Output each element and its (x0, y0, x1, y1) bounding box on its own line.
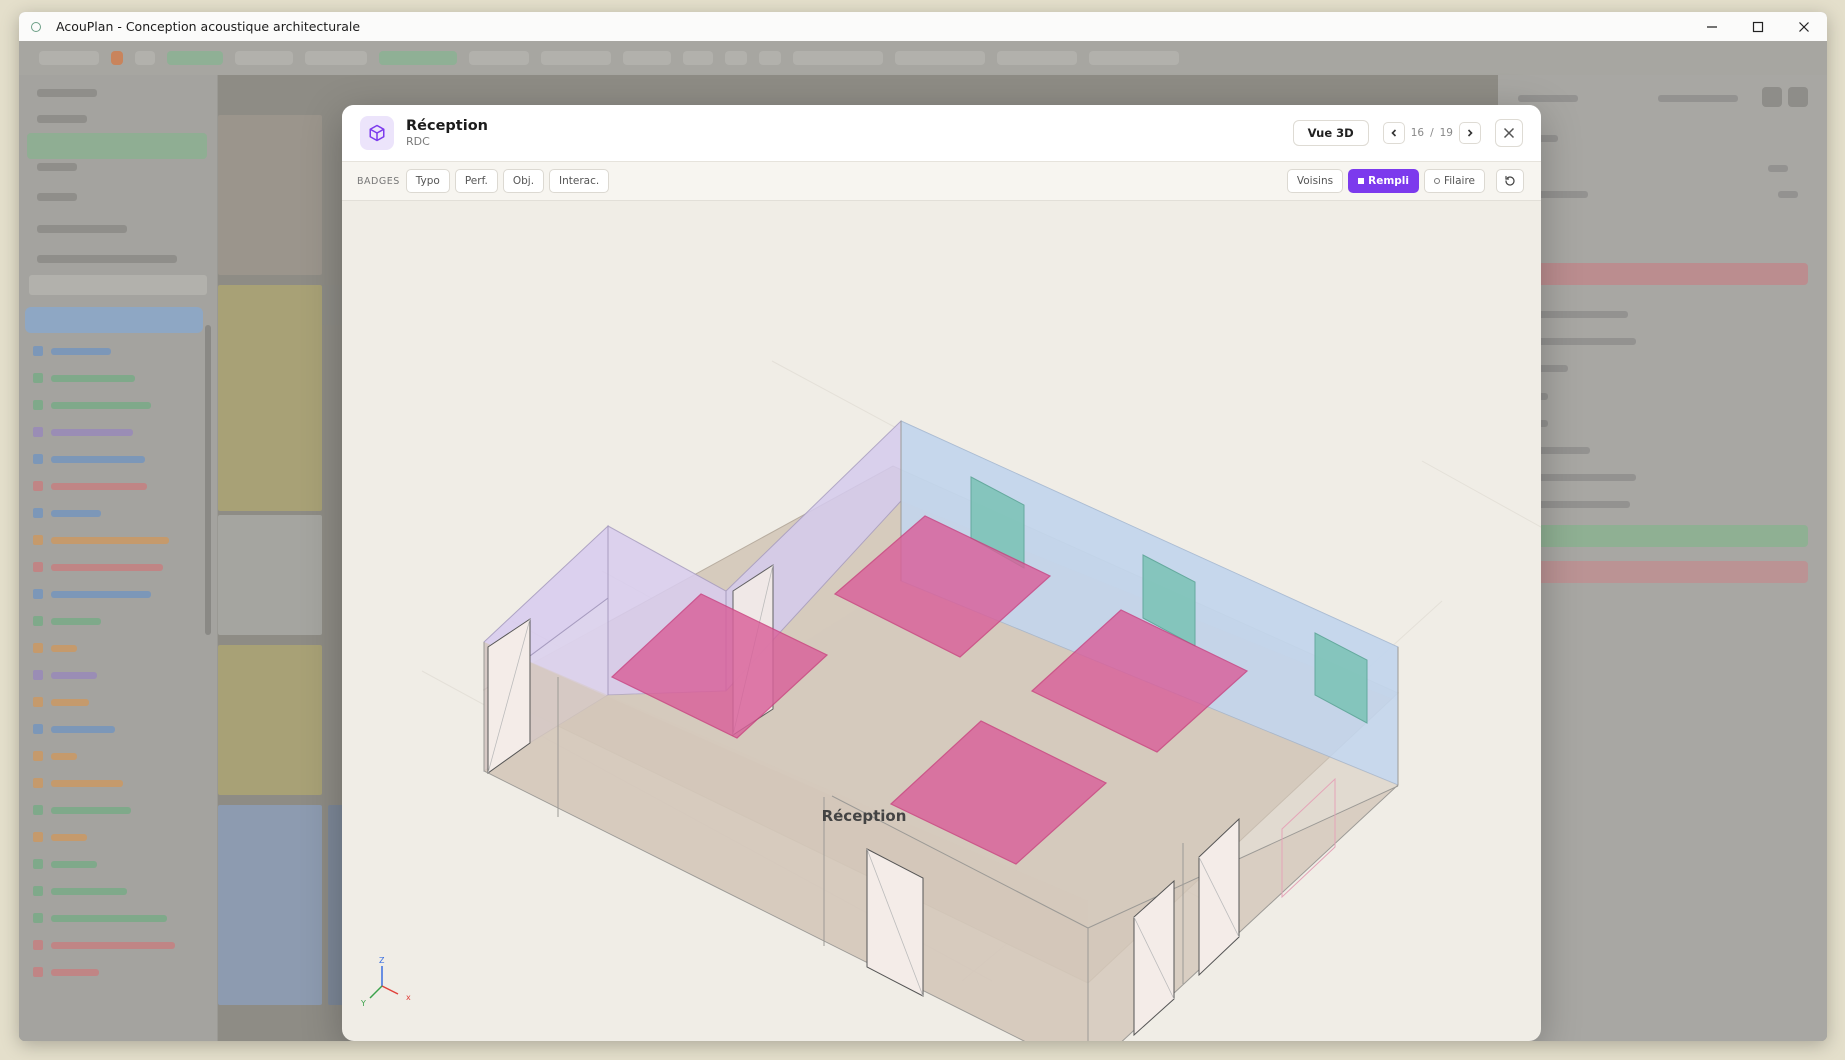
filled-square-icon (1358, 178, 1365, 184)
neighbors-toggle[interactable]: Voisins (1286, 169, 1344, 193)
badge-interac-button[interactable]: Interac. (549, 169, 610, 193)
wireframe-mode-button[interactable]: Filaire (1423, 169, 1485, 193)
axis-x-label: x (406, 993, 411, 1002)
wireframe-circle-icon (1433, 178, 1440, 184)
chevron-left-icon (1391, 129, 1396, 137)
room-3d-scene[interactable]: Réception Z x Y (342, 201, 1541, 1041)
sidebar-dimmed (19, 75, 218, 1041)
badge-typo-button[interactable]: Typo (405, 169, 450, 193)
axis-gizmo: Z x Y (360, 956, 411, 1008)
room-pager: 16 / 19 (1382, 122, 1481, 144)
axis-y-label: Y (360, 999, 366, 1008)
minimize-icon (1707, 25, 1717, 28)
badges-label: BADGES (357, 175, 400, 187)
app-window: AcouPlan - Conception acoustique archite… (19, 12, 1827, 1041)
chevron-right-icon (1467, 129, 1473, 137)
3d-viewport[interactable]: Réception Z x Y (342, 201, 1541, 1041)
room-name: Réception (406, 118, 488, 134)
filled-mode-button[interactable]: Rempli (1348, 169, 1419, 193)
axis-z-label: Z (379, 956, 385, 965)
close-icon (1799, 21, 1809, 32)
room-3d-modal: Réception RDC Vue 3D 16 / 19 BADGES Typo… (342, 105, 1541, 1041)
room-level: RDC (406, 135, 430, 148)
pager-separator: / (1430, 127, 1434, 139)
previous-room-button[interactable] (1382, 122, 1405, 144)
close-icon (1503, 127, 1515, 139)
maximize-icon (1752, 21, 1764, 32)
scene-room-label: Réception (822, 807, 907, 825)
reset-view-button[interactable] (1496, 169, 1524, 193)
pager-total: 19 (1439, 127, 1453, 139)
modal-header: Réception RDC Vue 3D 16 / 19 (342, 105, 1541, 162)
badge-obj-button[interactable]: Obj. (502, 169, 545, 193)
title-bar: AcouPlan - Conception acoustique archite… (19, 12, 1827, 42)
close-window-button[interactable] (1781, 12, 1827, 41)
properties-panel-dimmed (1498, 75, 1827, 1041)
view-mode-button[interactable]: Vue 3D (1292, 120, 1369, 146)
minimize-button[interactable] (1689, 12, 1735, 41)
filled-mode-label: Rempli (1368, 175, 1409, 187)
pager-current: 16 (1410, 127, 1425, 139)
badge-perf-button[interactable]: Perf. (454, 169, 498, 193)
modal-toolbar: BADGES Typo Perf. Obj. Interac. Voisins … (342, 162, 1541, 201)
reset-rotate-icon (1505, 175, 1515, 186)
maximize-button[interactable] (1735, 12, 1781, 41)
app-logo-icon (31, 21, 41, 32)
cube-icon (360, 116, 394, 150)
main-toolbar-dimmed (19, 41, 1827, 75)
wireframe-mode-label: Filaire (1443, 175, 1475, 187)
window-title: AcouPlan - Conception acoustique archite… (56, 19, 361, 34)
close-modal-button[interactable] (1495, 119, 1523, 147)
next-room-button[interactable] (1459, 122, 1481, 144)
